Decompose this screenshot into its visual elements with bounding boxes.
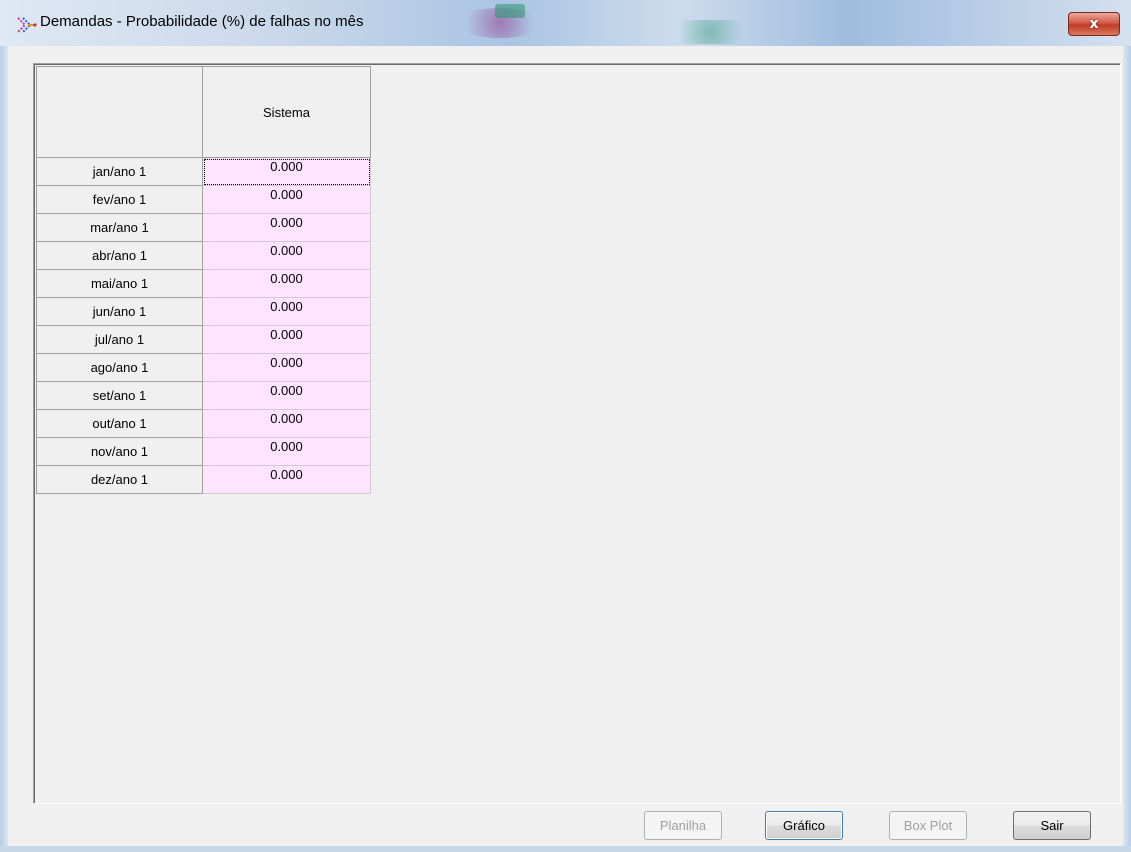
title-bar[interactable]: Demandas - Probabilidade (%) de falhas n… bbox=[0, 0, 1131, 46]
table-row[interactable]: set/ano 1 0.000 bbox=[36, 381, 371, 410]
grid-cell-value[interactable]: 0.000 bbox=[202, 437, 371, 466]
table-row[interactable]: abr/ano 1 0.000 bbox=[36, 241, 371, 270]
grid-cell-value[interactable]: 0.000 bbox=[202, 241, 371, 270]
grid-cell-value[interactable]: 0.000 bbox=[202, 325, 371, 354]
row-header[interactable]: abr/ano 1 bbox=[36, 241, 203, 270]
grid-cell-value[interactable]: 0.000 bbox=[202, 185, 371, 214]
grid-header-row: Sistema bbox=[36, 66, 371, 158]
row-header[interactable]: set/ano 1 bbox=[36, 381, 203, 410]
grid-cell-value[interactable]: 0.000 bbox=[202, 269, 371, 298]
app-window: Demandas - Probabilidade (%) de falhas n… bbox=[0, 0, 1131, 852]
row-header[interactable]: jul/ano 1 bbox=[36, 325, 203, 354]
window-frame-bottom bbox=[0, 846, 1131, 852]
grid-corner-cell[interactable] bbox=[36, 66, 203, 158]
table-row[interactable]: fev/ano 1 0.000 bbox=[36, 185, 371, 214]
row-header[interactable]: fev/ano 1 bbox=[36, 185, 203, 214]
grid-cell-value[interactable]: 0.000 bbox=[202, 353, 371, 382]
close-button[interactable]: x bbox=[1068, 12, 1120, 36]
close-icon: x bbox=[1089, 16, 1099, 32]
grid-cell-value[interactable]: 0.000 bbox=[202, 381, 371, 410]
table-row[interactable]: jun/ano 1 0.000 bbox=[36, 297, 371, 326]
grid-cell-value[interactable]: 0.000 bbox=[202, 297, 371, 326]
grid-cell-value[interactable]: 0.000 bbox=[202, 409, 371, 438]
data-grid[interactable]: Sistema jan/ano 1 0.000 fev/ano 1 0.000 mar/… bbox=[36, 66, 371, 494]
column-header-sistema[interactable]: Sistema bbox=[202, 66, 371, 158]
client-area: Sistema jan/ano 1 0.000 fev/ano 1 0.000 mar/… bbox=[8, 46, 1123, 846]
row-header[interactable]: nov/ano 1 bbox=[36, 437, 203, 466]
row-header[interactable]: dez/ano 1 bbox=[36, 465, 203, 494]
grid-cell-value[interactable]: 0.000 bbox=[202, 465, 371, 494]
table-row[interactable]: dez/ano 1 0.000 bbox=[36, 465, 371, 494]
window-frame-right bbox=[1123, 46, 1131, 852]
planilha-button[interactable]: Planilha bbox=[644, 811, 722, 840]
table-row[interactable]: nov/ano 1 0.000 bbox=[36, 437, 371, 466]
box-plot-button[interactable]: Box Plot bbox=[889, 811, 967, 840]
table-row[interactable]: ago/ano 1 0.000 bbox=[36, 353, 371, 382]
row-header[interactable]: jan/ano 1 bbox=[36, 157, 203, 186]
row-header[interactable]: out/ano 1 bbox=[36, 409, 203, 438]
grafico-button[interactable]: Gráfico bbox=[765, 811, 843, 840]
grid-cell-value[interactable]: 0.000 bbox=[202, 213, 371, 242]
titlebar-glass-decoration bbox=[665, 20, 755, 44]
sair-button[interactable]: Sair bbox=[1013, 811, 1091, 840]
data-grid-panel[interactable]: Sistema jan/ano 1 0.000 fev/ano 1 0.000 mar/… bbox=[33, 63, 1121, 804]
table-row[interactable]: jan/ano 1 0.000 bbox=[36, 157, 371, 186]
table-row[interactable]: mai/ano 1 0.000 bbox=[36, 269, 371, 298]
table-row[interactable]: out/ano 1 0.000 bbox=[36, 409, 371, 438]
app-icon bbox=[17, 17, 37, 33]
row-header[interactable]: ago/ano 1 bbox=[36, 353, 203, 382]
row-header[interactable]: mai/ano 1 bbox=[36, 269, 203, 298]
table-row[interactable]: jul/ano 1 0.000 bbox=[36, 325, 371, 354]
row-header[interactable]: mar/ano 1 bbox=[36, 213, 203, 242]
grid-cell-value[interactable]: 0.000 bbox=[202, 157, 371, 186]
titlebar-glass-decoration bbox=[495, 4, 525, 18]
row-header[interactable]: jun/ano 1 bbox=[36, 297, 203, 326]
table-row[interactable]: mar/ano 1 0.000 bbox=[36, 213, 371, 242]
window-frame-left bbox=[0, 46, 8, 852]
window-title: Demandas - Probabilidade (%) de falhas n… bbox=[40, 13, 364, 30]
